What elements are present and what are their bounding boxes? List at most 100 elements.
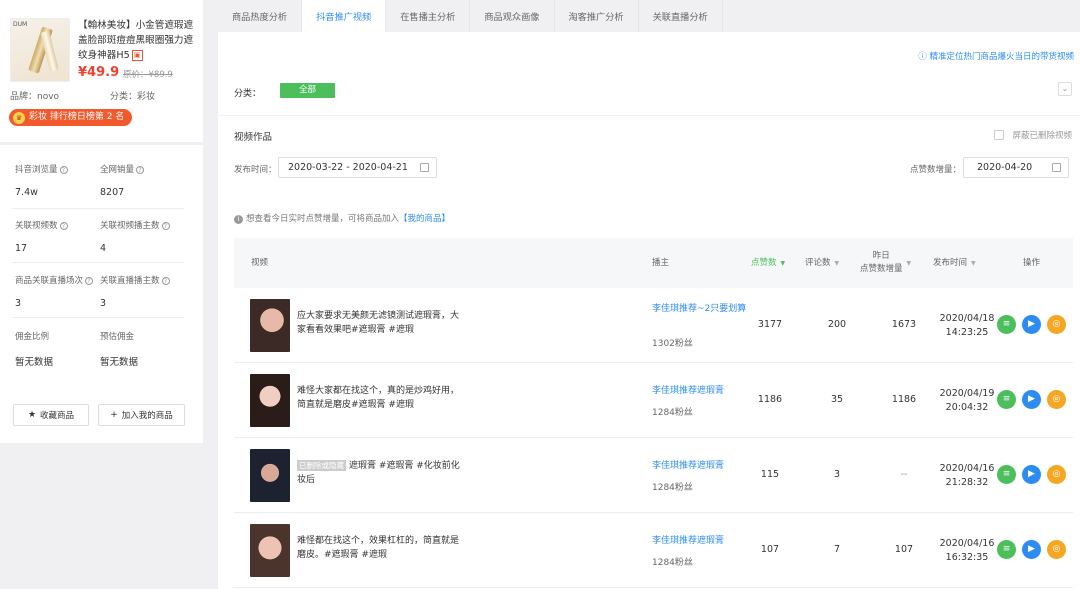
category-filter-label: 分类： xyxy=(234,89,262,99)
stat-label: 关联视频数 xyxy=(15,221,58,231)
header-comments[interactable]: 评论数 ▼ xyxy=(805,238,839,288)
deleted-tag: 已删除或隐藏 xyxy=(297,460,346,471)
anchor-name[interactable]: 李佳琪推荐遮瑕膏 xyxy=(652,535,752,548)
rank-badge[interactable]: ♛ 彩妆 排行榜日榜第 2 名 xyxy=(9,109,133,126)
tab-audience-profile[interactable]: 商品观众画像 xyxy=(470,0,555,32)
table-row[interactable]: 应大家要求无美颜无滤镜测试遮瑕膏，大家看看效果吧#遮瑕膏 #遮瑕 李佳琪推荐~2… xyxy=(234,288,1073,363)
tip-message: 想查看今日实时点赞增量，可将商品加入 xyxy=(246,214,400,224)
hide-deleted-label: 屏蔽已删除视频 xyxy=(1012,131,1072,141)
star-icon: ★ xyxy=(27,410,37,420)
hide-deleted-toggle[interactable]: 屏蔽已删除视频 xyxy=(994,129,1072,141)
anchor-name[interactable]: 李佳琪推荐~2只要划算 xyxy=(652,303,752,316)
divider xyxy=(12,208,184,209)
help-icon[interactable]: ? xyxy=(85,276,94,285)
detail-icon[interactable]: ≡ xyxy=(997,465,1016,484)
help-icon[interactable]: ? xyxy=(59,221,68,230)
product-category: 分类：彩妆 xyxy=(110,92,156,102)
divider xyxy=(218,115,1080,116)
chevron-down-icon[interactable]: ⌄ xyxy=(1058,82,1072,96)
like-increment-label: 点赞数增量： xyxy=(910,165,962,175)
play-icon[interactable]: ▶ xyxy=(1022,465,1041,484)
publish-date: 2020/04/16 xyxy=(939,463,995,474)
stat-value: 暂无数据 xyxy=(15,357,54,368)
stat-value: 暂无数据 xyxy=(100,357,139,368)
detail-icon[interactable]: ≡ xyxy=(997,540,1016,559)
tab-taoke-analysis[interactable]: 淘客推广分析 xyxy=(554,0,639,32)
header-publish-time-label: 发布时间 xyxy=(933,257,968,268)
header-yesterday-likes[interactable]: 昨日 点赞数增量 ▼ xyxy=(860,238,911,288)
help-icon[interactable]: ? xyxy=(161,276,170,285)
tab-douyin-videos[interactable]: 抖音推广视频 xyxy=(302,0,387,32)
header-comments-label: 评论数 xyxy=(805,257,831,268)
anchor-fans: 1284粉丝 xyxy=(652,408,693,418)
video-description[interactable]: 已删除或隐藏 遮瑕膏 #遮瑕膏 #化妆前化妆后 xyxy=(297,459,465,487)
anchor-fans: 1284粉丝 xyxy=(652,558,693,568)
help-icon[interactable]: ? xyxy=(59,165,68,174)
table-row[interactable]: 难怪大家都在找这个，真的是炒鸡好用，简直就是磨皮#遮瑕膏 #遮瑕 李佳琪推荐遮瑕… xyxy=(234,363,1073,438)
add-my-product-button[interactable]: + 加入我的商品 xyxy=(98,404,185,426)
help-icon[interactable]: ? xyxy=(136,165,145,174)
stat-live-sessions: 商品关联直播场次? 3 xyxy=(15,274,94,309)
video-description[interactable]: 应大家要求无美颜无滤镜测试遮瑕膏，大家看看效果吧#遮瑕膏 #遮瑕 xyxy=(297,309,465,337)
collect-product-button[interactable]: ★ 收藏商品 xyxy=(13,404,89,426)
publish-date-range-input[interactable]: 2020-03-22 - 2020-04-21 xyxy=(278,157,437,178)
video-thumbnail[interactable] xyxy=(250,524,290,577)
target-icon[interactable]: ◎ xyxy=(1047,540,1066,559)
video-description[interactable]: 难怪大家都在找这个，真的是炒鸡好用，简直就是磨皮#遮瑕膏 #遮瑕 xyxy=(297,384,465,412)
header-yesterday-label: 昨日 点赞数增量 xyxy=(860,250,903,276)
video-description[interactable]: 难怪都在找这个，效果杠杠的，简直就是磨皮。#遮瑕膏 #遮瑕 xyxy=(297,534,465,562)
yesterday-likes-count: 1673 xyxy=(891,319,917,330)
calendar-icon xyxy=(1052,163,1061,172)
stat-value: 7.4w xyxy=(15,187,38,198)
video-thumbnail[interactable] xyxy=(250,374,290,427)
stat-estimated-commission: 预估佣金 暂无数据 xyxy=(100,330,138,368)
video-description-text: 难怪都在找这个，效果杠杠的，简直就是磨皮。#遮瑕膏 #遮瑕 xyxy=(297,536,460,560)
anchor-fans: 1284粉丝 xyxy=(652,483,693,493)
detail-icon[interactable]: ≡ xyxy=(997,315,1016,334)
likes-count: 115 xyxy=(760,469,780,480)
target-icon[interactable]: ◎ xyxy=(1047,390,1066,409)
play-icon[interactable]: ▶ xyxy=(1022,315,1041,334)
sort-icon: ▼ xyxy=(971,259,976,267)
help-icon[interactable]: ? xyxy=(161,221,170,230)
like-increment-date-input[interactable]: 2020-04-20 xyxy=(963,157,1069,178)
checkbox[interactable] xyxy=(994,130,1005,140)
plus-icon: + xyxy=(110,410,118,420)
stat-value: 4 xyxy=(100,243,107,254)
my-products-link[interactable]: 【我的商品】 xyxy=(399,214,450,224)
tab-heat-analysis[interactable]: 商品热度分析 xyxy=(218,0,303,32)
publish-date: 2020/04/19 xyxy=(939,388,995,399)
header-ops: 操作 xyxy=(1023,257,1041,268)
stat-label: 关联视频播主数 xyxy=(100,221,160,231)
tab-anchor-analysis[interactable]: 在售播主分析 xyxy=(386,0,471,32)
anchor-name[interactable]: 李佳琪推荐遮瑕膏 xyxy=(652,385,752,398)
stat-label: 佣金比例 xyxy=(15,332,50,342)
category-all-button[interactable]: 全部 xyxy=(280,83,335,98)
detail-icon[interactable]: ≡ xyxy=(997,390,1016,409)
header-publish-time[interactable]: 发布时间 ▼ xyxy=(933,238,976,288)
video-thumbnail[interactable] xyxy=(250,449,290,502)
target-icon[interactable]: ◎ xyxy=(1047,315,1066,334)
help-link[interactable]: ⓘ 精准定位热门商品爆火当日的带货视频 xyxy=(918,50,1074,62)
product-image[interactable]: DUM xyxy=(10,18,70,82)
comments-count: 35 xyxy=(830,394,844,405)
table-row[interactable]: 难怪都在找这个，效果杠杠的，简直就是磨皮。#遮瑕膏 #遮瑕 李佳琪推荐遮瑕膏 1… xyxy=(234,513,1073,588)
header-video: 视频 xyxy=(251,257,269,268)
table-row[interactable]: 已删除或隐藏 遮瑕膏 #遮瑕膏 #化妆前化妆后 李佳琪推荐遮瑕膏 1284粉丝 1… xyxy=(234,438,1073,513)
video-thumbnail[interactable] xyxy=(250,299,290,352)
play-icon[interactable]: ▶ xyxy=(1022,540,1041,559)
tab-live-analysis[interactable]: 关联直播分析 xyxy=(638,0,723,32)
publish-clock: 16:32:35 xyxy=(945,552,989,563)
play-icon[interactable]: ▶ xyxy=(1022,390,1041,409)
product-title[interactable]: 【翰林美妆】小金管遮瑕遮盖脸部斑痘痘黑眼圈强力遮纹身神器H5 ▣ xyxy=(78,18,196,63)
sort-icon: ▼ xyxy=(906,259,912,267)
row-actions: ≡ ▶ ◎ xyxy=(997,465,1066,484)
anchor-name[interactable]: 李佳琪推荐遮瑕膏 xyxy=(652,460,752,473)
header-likes[interactable]: 点赞数 ▼ xyxy=(751,238,785,288)
help-circle-icon: ⓘ xyxy=(918,52,930,62)
product-card: DUM 【翰林美妆】小金管遮瑕遮盖脸部斑痘痘黑眼圈强力遮纹身神器H5 ▣ ¥49.… xyxy=(0,0,203,142)
table-header: 视频 播主 点赞数 ▼ 评论数 ▼ 昨日 点赞数增量 ▼ 发布时间 ▼ 操作 xyxy=(234,238,1073,288)
stat-value: 8207 xyxy=(100,187,125,198)
target-icon[interactable]: ◎ xyxy=(1047,465,1066,484)
stat-label: 全网销量 xyxy=(100,165,135,175)
